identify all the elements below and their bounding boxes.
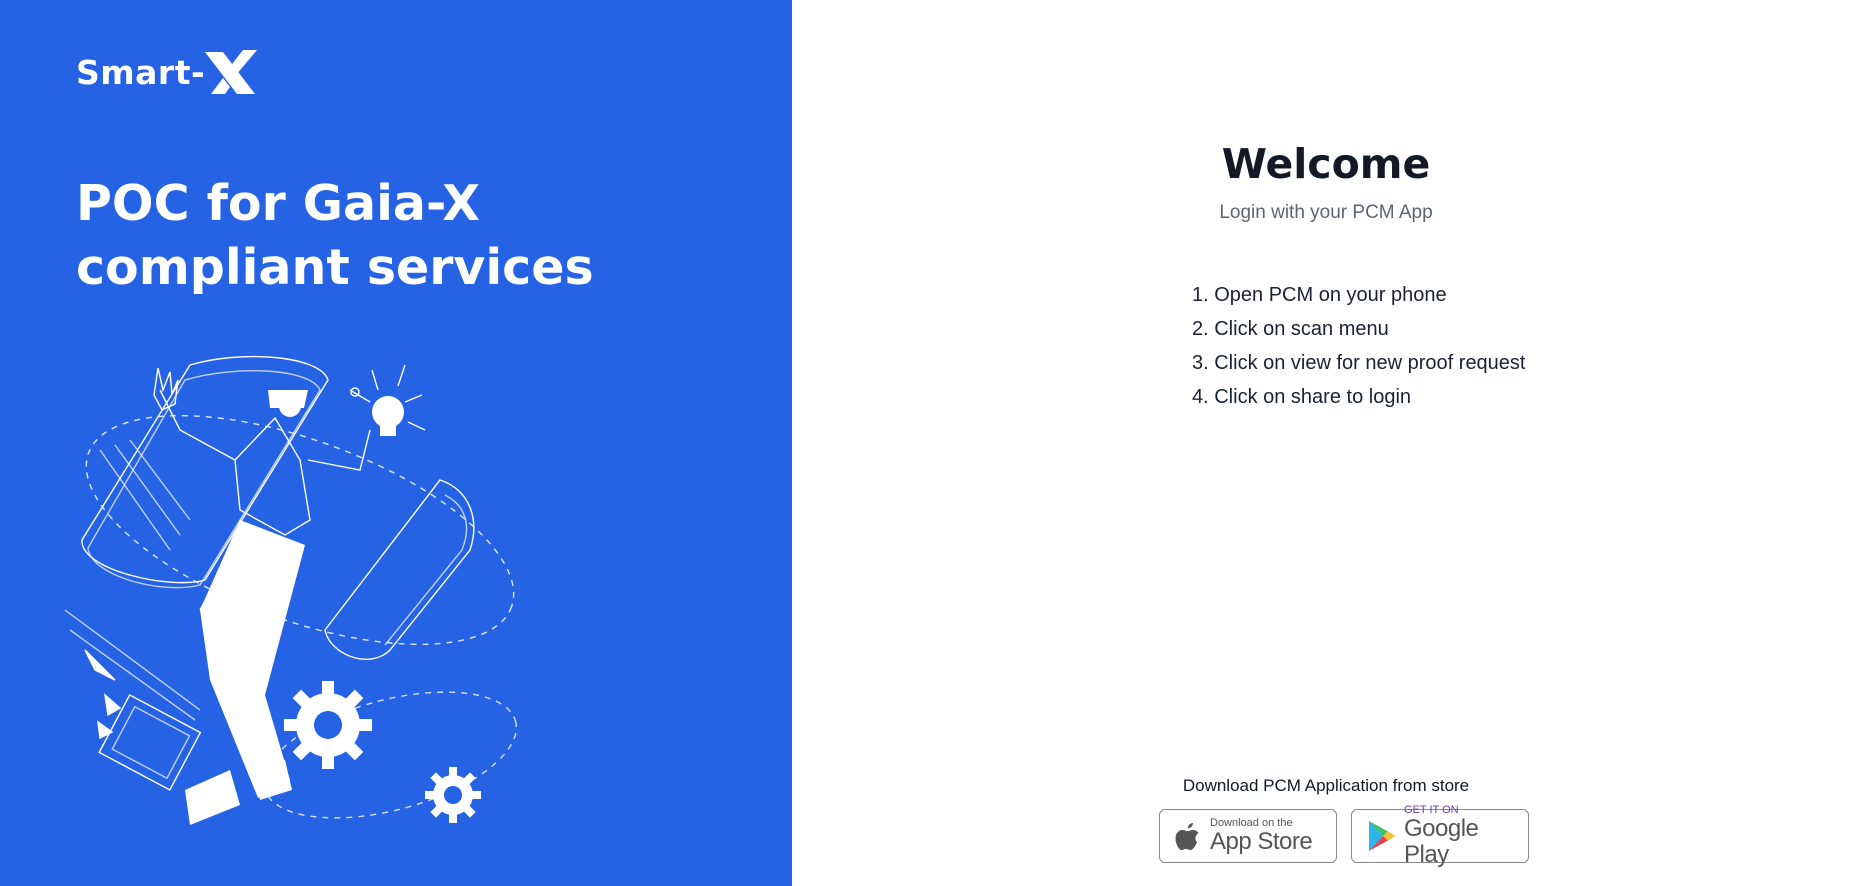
smart-x-logo: Smart-	[76, 46, 259, 98]
app-store-big-text: App Store	[1210, 828, 1313, 855]
app-store-button[interactable]: Download on the App Store	[1159, 809, 1337, 863]
logo-text: Smart-	[76, 52, 206, 92]
login-subtitle: Login with your PCM App	[1219, 202, 1433, 223]
login-panel: Welcome Login with your PCM App 1. Open …	[792, 0, 1860, 886]
logo-x-mark-icon	[205, 50, 258, 94]
vr-person-illustration	[64, 355, 518, 825]
login-step: 4. Click on share to login	[1192, 386, 1412, 408]
welcome-title: Welcome	[1221, 140, 1431, 188]
login-step: 3. Click on view for new proof request	[1192, 352, 1526, 374]
google-play-button[interactable]: GET IT ON Google Play	[1351, 804, 1529, 868]
hero-title: POC for Gaia-X compliant services	[76, 175, 594, 296]
google-play-big-text: Google Play	[1404, 815, 1479, 868]
login-step: 2. Click on scan menu	[1192, 318, 1389, 340]
store-caption: Download PCM Application from store	[1182, 776, 1470, 795]
google-play-icon	[1366, 819, 1396, 853]
apple-icon	[1174, 820, 1202, 852]
login-steps-list: 1. Open PCM on your phone 2. Click on sc…	[1192, 278, 1526, 414]
brand-panel: Smart- POC for Gaia-X compliant services	[0, 0, 792, 886]
login-step: 1. Open PCM on your phone	[1192, 284, 1447, 306]
